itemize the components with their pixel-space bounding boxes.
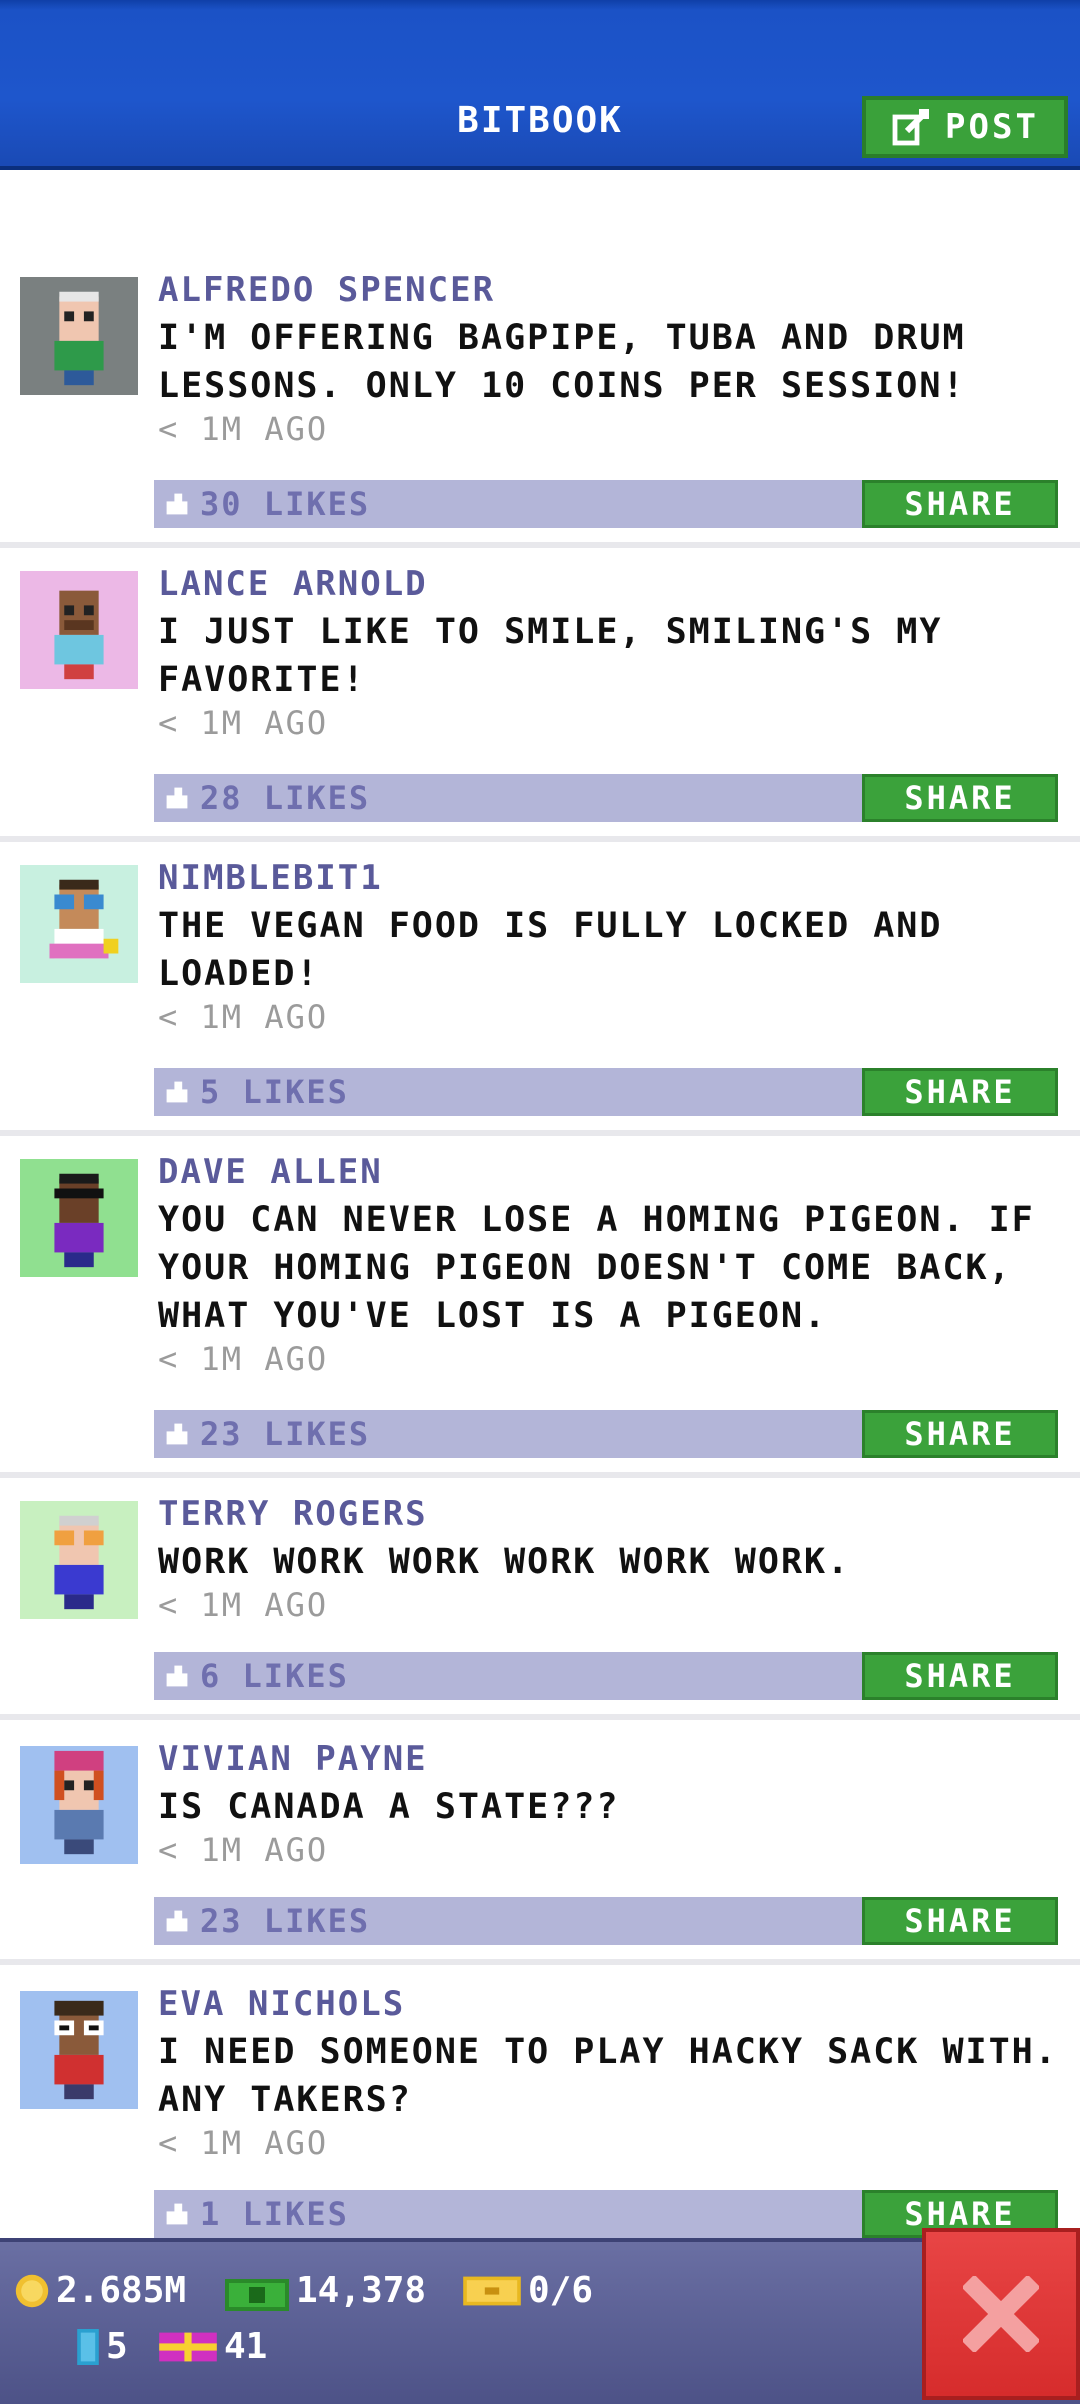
author-name[interactable]: NIMBLEBIT1 [158,858,383,898]
post-message: I JUST LIKE TO SMILE, SMILING'S MY FAVOR… [158,612,943,700]
tickets-value: 0/6 [528,2270,594,2311]
post-message: THE VEGAN FOOD IS FULLY LOCKED AND LOADE… [158,906,943,994]
avatar-image [20,1991,138,2109]
post-message: WORK WORK WORK WORK WORK WORK. [158,1542,851,1582]
likes-count: 1 LIKES [200,2195,349,2233]
avatar[interactable] [20,277,138,395]
avatar[interactable] [20,1991,138,2109]
elevator-icon [77,2328,99,2365]
likes-count: 23 LIKES [200,1902,371,1940]
avatar-image [20,277,138,395]
bux-icon [225,2278,289,2311]
thumbs-up-icon[interactable] [164,785,190,811]
close-icon [963,2276,1039,2352]
divider [0,542,1080,548]
post-time: < 1M AGO [158,1831,329,1869]
author-name[interactable]: DAVE ALLEN [158,1152,383,1192]
likes-bar: 23 LIKES SHARE [154,1410,1058,1458]
thumbs-up-icon[interactable] [164,1421,190,1447]
divider [0,1959,1080,1965]
post-message: YOU CAN NEVER LOSE A HOMING PIGEON. IF Y… [158,1200,1035,1336]
author-name[interactable]: VIVIAN PAYNE [158,1739,428,1779]
coins-stat: 2.685M [14,2270,186,2311]
compose-icon [892,109,930,146]
avatar[interactable] [20,1746,138,1864]
share-button[interactable]: SHARE [862,1410,1058,1458]
post-time: < 1M AGO [158,410,329,448]
likes-bar: 23 LIKES SHARE [154,1897,1058,1945]
avatar-image [20,1501,138,1619]
elevator-value: 5 [106,2326,128,2367]
bux-stat: 14,378 [224,2270,426,2311]
post-time: < 1M AGO [158,1586,329,1624]
divider [0,836,1080,842]
share-button[interactable]: SHARE [862,480,1058,528]
share-button[interactable]: SHARE [862,1068,1058,1116]
share-button[interactable]: SHARE [862,774,1058,822]
likes-count: 30 LIKES [200,485,371,523]
thumbs-up-icon[interactable] [164,1908,190,1934]
avatar[interactable] [20,865,138,983]
post-button-label: POST [945,107,1039,147]
coin-icon [15,2274,49,2307]
divider [0,1714,1080,1720]
divider [0,1472,1080,1478]
avatar-image [20,1159,138,1277]
thumbs-up-icon[interactable] [164,491,190,517]
likes-bar: 28 LIKES SHARE [154,774,1058,822]
likes-count: 28 LIKES [200,779,371,817]
post-time: < 1M AGO [158,704,329,742]
share-button[interactable]: SHARE [862,1652,1058,1700]
post-message: I NEED SOMEONE TO PLAY HACKY SACK WITH. … [158,2032,1058,2120]
avatar-image [20,571,138,689]
avatar[interactable] [20,1159,138,1277]
bux-value: 14,378 [296,2270,427,2311]
post-time: < 1M AGO [158,998,329,1036]
coins-value: 2.685M [56,2270,187,2311]
author-name[interactable]: LANCE ARNOLD [158,564,428,604]
close-button[interactable] [922,2228,1080,2400]
likes-bar: 30 LIKES SHARE [154,480,1058,528]
author-name[interactable]: ALFREDO SPENCER [158,270,495,310]
app-header: BITBOOK POST [0,0,1080,170]
thumbs-up-icon[interactable] [164,1663,190,1689]
author-name[interactable]: EVA NICHOLS [158,1984,405,2024]
avatar-image [20,1746,138,1864]
author-name[interactable]: TERRY ROGERS [158,1494,428,1534]
gift-icon [159,2332,217,2361]
ticket-icon [463,2276,521,2305]
likes-bar: 5 LIKES SHARE [154,1068,1058,1116]
post-time: < 1M AGO [158,1340,329,1378]
gifts-value: 41 [224,2326,268,2367]
likes-count: 6 LIKES [200,1657,349,1695]
divider [0,1130,1080,1136]
status-bar: 2.685M 14,378 0/6 5 41 [0,2238,1080,2404]
avatar-image [20,865,138,983]
post-message: I'M OFFERING BAGPIPE, TUBA AND DRUM LESS… [158,318,966,406]
elevator-stat: 5 [76,2326,128,2367]
avatar[interactable] [20,571,138,689]
post-time: < 1M AGO [158,2124,329,2162]
thumbs-up-icon[interactable] [164,1079,190,1105]
gifts-stat: 41 [158,2326,267,2367]
likes-count: 23 LIKES [200,1415,371,1453]
likes-count: 5 LIKES [200,1073,349,1111]
avatar[interactable] [20,1501,138,1619]
share-button[interactable]: SHARE [862,1897,1058,1945]
tickets-stat: 0/6 [462,2270,593,2311]
thumbs-up-icon[interactable] [164,2201,190,2227]
likes-bar: 6 LIKES SHARE [154,1652,1058,1700]
post-message: IS CANADA A STATE??? [158,1787,620,1827]
post-button[interactable]: POST [862,96,1068,158]
